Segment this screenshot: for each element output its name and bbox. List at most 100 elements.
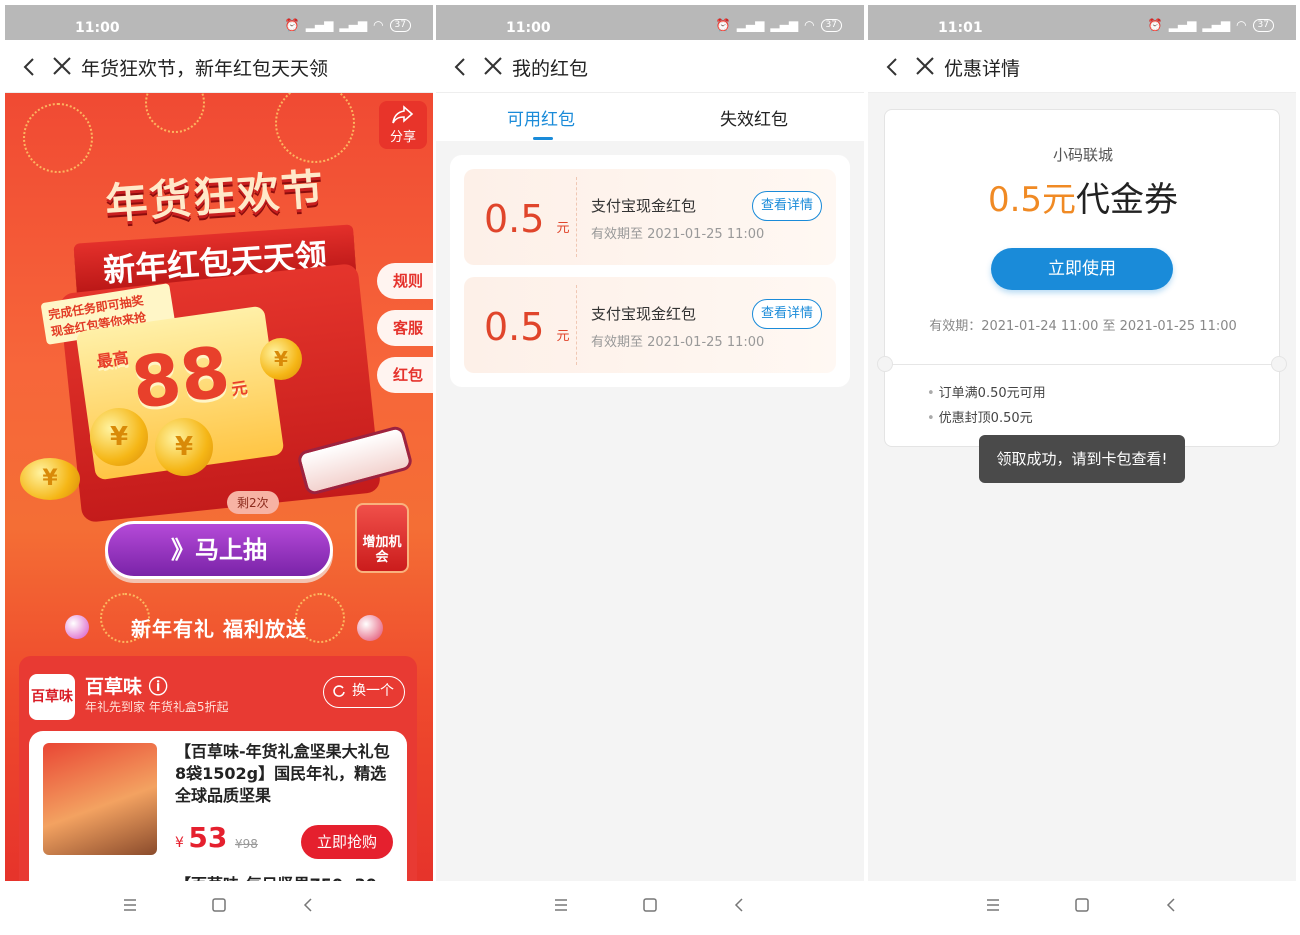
- swap-button[interactable]: 换一个: [323, 676, 405, 708]
- battery-icon: 37: [389, 18, 411, 32]
- tab-bar: 可用红包 失效红包: [436, 93, 864, 141]
- side-tab-rules[interactable]: 规则: [377, 263, 433, 299]
- add-chance-button[interactable]: 增加机会: [355, 503, 409, 573]
- back-icon[interactable]: [450, 56, 472, 78]
- phone-screen-my-red-packets: 11:00 ⏰ ▂▄▆ ▂▄▆ ◠ 37 我的红包 可用红包 失效红包 0.5 …: [436, 5, 864, 929]
- shop-logo: 百草味: [29, 674, 75, 720]
- battery-icon: 37: [820, 18, 842, 32]
- home-icon[interactable]: [209, 895, 229, 915]
- system-nav-bar: [5, 881, 433, 929]
- coupon-item[interactable]: 0.5 元 支付宝现金红包 有效期至 2021-01-25 11:00 查看详情: [464, 277, 836, 373]
- page-title: 我的红包: [512, 58, 589, 80]
- signal-icon-2: ▂▄▆: [770, 18, 799, 32]
- card-divider: [885, 364, 1281, 365]
- max-amount: 88: [126, 330, 235, 426]
- close-icon[interactable]: [51, 55, 73, 77]
- firework-decoration: [145, 93, 205, 133]
- side-tab-red-packet[interactable]: 红包: [377, 357, 433, 393]
- page-title: 年货狂欢节，新年红包天天领: [81, 58, 329, 80]
- alarm-icon: ⏰: [1147, 18, 1163, 32]
- product-price: ¥ 53: [175, 821, 227, 854]
- menu-icon[interactable]: [983, 895, 1003, 915]
- share-label: 分享: [389, 130, 416, 145]
- red-packet-list-area: 0.5 元 支付宝现金红包 有效期至 2021-01-25 11:00 查看详情…: [436, 141, 864, 881]
- tab-expired[interactable]: 失效红包: [720, 105, 788, 130]
- shop-name-text: 百草味: [85, 676, 143, 698]
- status-icons: ⏰ ▂▄▆ ▂▄▆ ◠ 37: [1148, 18, 1274, 32]
- tab-available[interactable]: 可用红包: [507, 105, 575, 130]
- alarm-icon: ⏰: [715, 18, 731, 32]
- merchant-name: 小码联城: [1052, 146, 1113, 164]
- menu-icon[interactable]: [551, 895, 571, 915]
- status-time: 11:01: [938, 20, 983, 36]
- validity-period: 有效期：2021-01-24 11:00 至 2021-01-25 11:00: [929, 319, 1237, 334]
- voucher-detail-area: 小码联城 0.5元代金券 立即使用 有效期：2021-01-24 11:00 至…: [868, 93, 1296, 881]
- close-icon[interactable]: [914, 55, 936, 77]
- voucher-label: 代金券: [1076, 180, 1179, 220]
- original-price: ¥98: [235, 837, 258, 851]
- coupon-divider: [576, 177, 577, 257]
- coin-icon: ¥: [90, 408, 148, 466]
- coupon-item[interactable]: 0.5 元 支付宝现金红包 有效期至 2021-01-25 11:00 查看详情: [464, 169, 836, 265]
- back-icon[interactable]: [882, 56, 904, 78]
- newyear-slogan: 新年有礼 福利放送: [131, 617, 307, 641]
- share-button[interactable]: 分享: [379, 101, 427, 149]
- status-time: 11:00: [75, 20, 120, 36]
- shop-card: 百草味 百草味 ⓘ 年礼先到家 年货礼盒5折起 换一个 【百草味-年货礼盒坚果大…: [19, 656, 417, 883]
- status-bar: 11:01 ⏰ ▂▄▆ ▂▄▆ ◠ 37: [868, 5, 1296, 40]
- signal-icon: ▂▄▆: [1168, 18, 1197, 32]
- coupon-divider: [576, 285, 577, 365]
- tab-indicator: [533, 137, 553, 140]
- back-icon[interactable]: [19, 56, 41, 78]
- view-detail-button[interactable]: 查看详情: [751, 299, 822, 329]
- status-icons: ⏰ ▂▄▆ ▂▄▆ ◠ 37: [285, 18, 411, 32]
- use-now-button[interactable]: 立即使用: [991, 248, 1173, 290]
- product-card[interactable]: 【百草味-年货礼盒坚果大礼包8袋1502g】国民年礼，精选全球品质坚果 ¥ 53…: [29, 731, 407, 883]
- page-title: 优惠详情: [944, 58, 1021, 80]
- title-bar: 我的红包: [436, 40, 864, 93]
- share-icon: [392, 105, 414, 124]
- menu-icon[interactable]: [120, 895, 140, 915]
- shop-name[interactable]: 百草味 ⓘ: [85, 672, 168, 699]
- signal-icon: ▂▄▆: [736, 18, 765, 32]
- swap-label: 换一个: [352, 683, 394, 699]
- draw-now-button[interactable]: 》马上抽: [105, 521, 333, 579]
- nav-back-icon[interactable]: [729, 895, 749, 915]
- coupon-amount: 0.5 元: [484, 197, 570, 241]
- status-bar: 11:00 ⏰ ▂▄▆ ▂▄▆ ◠ 37: [5, 5, 433, 40]
- shop-subtitle: 年礼先到家 年货礼盒5折起: [85, 700, 229, 714]
- home-icon[interactable]: [1072, 895, 1092, 915]
- close-icon[interactable]: [482, 55, 504, 77]
- signal-icon: ▂▄▆: [305, 18, 334, 32]
- product-title: 【百草味-年货礼盒坚果大礼包8袋1502g】国民年礼，精选全球品质坚果: [175, 742, 390, 805]
- side-tab-service[interactable]: 客服: [377, 310, 433, 346]
- coin-icon: ¥: [20, 458, 80, 500]
- battery-icon: 37: [1252, 18, 1274, 32]
- status-icons: ⏰ ▂▄▆ ▂▄▆ ◠ 37: [716, 18, 842, 32]
- coupon-name: 支付宝现金红包: [591, 305, 697, 323]
- buy-now-button[interactable]: 立即抢购: [301, 825, 393, 859]
- signal-icon-2: ▂▄▆: [339, 18, 368, 32]
- title-bar: 优惠详情: [868, 40, 1296, 93]
- festival-banner: 分享 年货狂欢节 新年红包天天领 完成任务即可抽奖 现金红包等你来抢 最高88元…: [5, 93, 433, 883]
- voucher-card: 小码联城 0.5元代金券 立即使用 有效期：2021-01-24 11:00 至…: [877, 109, 1287, 447]
- home-icon[interactable]: [640, 895, 660, 915]
- nav-back-icon[interactable]: [298, 895, 318, 915]
- card-notch: [1271, 356, 1287, 372]
- wifi-icon: ◠: [804, 18, 815, 32]
- voucher-title: 0.5元代金券: [885, 172, 1281, 221]
- product-image: [43, 743, 157, 855]
- title-bar: 年货狂欢节，新年红包天天领: [5, 40, 433, 93]
- rule-item: 订单满0.50元可用: [927, 382, 1046, 401]
- alarm-icon: ⏰: [284, 18, 300, 32]
- price-value: 53: [188, 821, 228, 854]
- max-prefix: 最高: [95, 348, 130, 372]
- status-bar: 11:00 ⏰ ▂▄▆ ▂▄▆ ◠ 37: [436, 5, 864, 40]
- max-unit: 元: [230, 377, 249, 399]
- coupon-expiry: 有效期至 2021-01-25 11:00: [591, 227, 765, 242]
- system-nav-bar: [868, 881, 1296, 929]
- phone-screen-voucher-detail: 11:01 ⏰ ▂▄▆ ▂▄▆ ◠ 37 优惠详情 小码联城 0.5元代金券 立…: [868, 5, 1296, 929]
- view-detail-button[interactable]: 查看详情: [751, 191, 822, 221]
- nav-back-icon[interactable]: [1161, 895, 1181, 915]
- phone-screen-festival: 11:00 ⏰ ▂▄▆ ▂▄▆ ◠ 37 年货狂欢节，新年红包天天领 分享 年货…: [5, 5, 433, 929]
